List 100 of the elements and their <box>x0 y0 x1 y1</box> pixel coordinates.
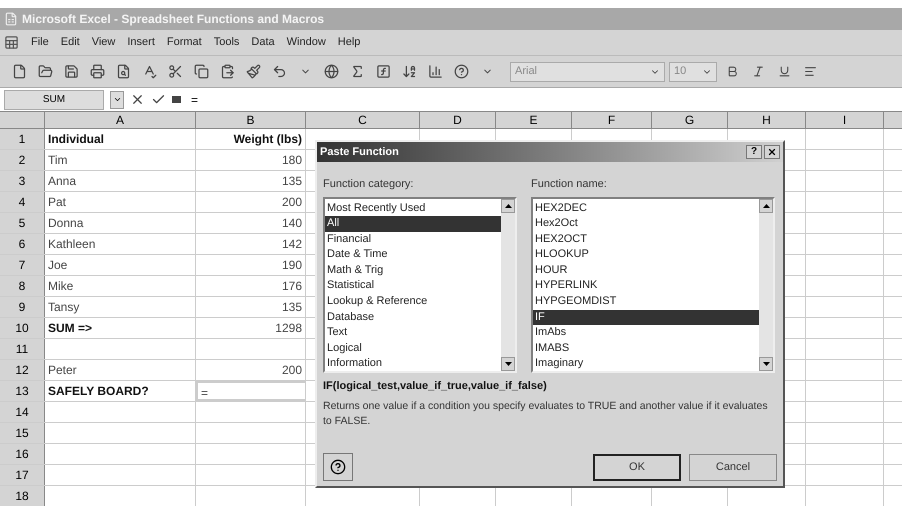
category-list[interactable]: Most Recently Used All Financial Date & Time Math & Trig Statistical Lookup & Reference Database Text Logical Information <box>323 196 517 372</box>
list-item[interactable]: Math & Trig <box>325 262 501 278</box>
scroll-up-icon[interactable] <box>759 198 773 212</box>
column-header[interactable]: A <box>45 112 196 128</box>
table-cell[interactable]: 140 <box>196 213 306 233</box>
help-button[interactable]: ? <box>746 145 762 159</box>
table-cell[interactable]: 176 <box>196 276 306 296</box>
table-cell[interactable]: Tansy <box>45 297 196 317</box>
list-item[interactable]: Lookup & Reference <box>325 294 501 310</box>
menu-item[interactable]: Data <box>251 34 275 51</box>
close-button[interactable] <box>764 145 780 159</box>
list-item[interactable]: HEX2OCT <box>533 232 759 248</box>
row-header[interactable]: 12 <box>0 360 45 380</box>
table-cell[interactable]: 200 <box>196 192 306 212</box>
column-header[interactable]: H <box>728 112 806 128</box>
list-item[interactable]: Statistical <box>325 278 501 294</box>
scroll-down-icon[interactable] <box>759 356 773 370</box>
function-list[interactable]: HEX2DEC Hex2Oct HEX2OCT HLOOKUP HOUR HYPERLINK HYPGEOMDIST IF ImAbs IMABS Imaginary <box>531 196 775 372</box>
list-item[interactable]: ImAbs <box>533 325 759 341</box>
table-cell[interactable]: Anna <box>45 171 196 191</box>
table-cell[interactable]: 190 <box>196 255 306 275</box>
row-header[interactable]: 1 <box>0 129 45 149</box>
list-item[interactable]: Database <box>325 310 501 326</box>
table-cell[interactable]: 200 <box>196 360 306 380</box>
list-item[interactable]: All <box>325 216 501 232</box>
row-header[interactable]: 6 <box>0 234 45 254</box>
list-item[interactable]: HOUR <box>533 262 759 278</box>
list-item[interactable]: HEX2DEC <box>533 200 759 216</box>
list-item[interactable]: Information <box>325 356 501 372</box>
table-cell[interactable]: Donna <box>45 213 196 233</box>
list-item[interactable]: Date & Time <box>325 247 501 263</box>
menu-item[interactable]: Insert <box>127 34 155 51</box>
row-header[interactable]: 5 <box>0 213 45 233</box>
column-header[interactable]: B <box>196 112 306 128</box>
table-cell[interactable]: Individual <box>45 129 196 149</box>
list-item[interactable]: IF <box>533 310 759 326</box>
menu-item[interactable]: File <box>31 34 49 51</box>
row-header[interactable]: 14 <box>0 402 45 422</box>
table-cell[interactable]: Mike <box>45 276 196 296</box>
column-header[interactable]: D <box>420 112 496 128</box>
menu-item[interactable]: Edit <box>60 34 80 51</box>
column-header[interactable]: E <box>496 112 572 128</box>
row-header[interactable]: 17 <box>0 465 45 485</box>
row-header[interactable]: 2 <box>0 150 45 170</box>
table-cell[interactable]: 135 <box>196 297 306 317</box>
table-cell[interactable]: Joe <box>45 255 196 275</box>
row-header[interactable]: 11 <box>0 339 45 359</box>
list-item[interactable]: Imaginary <box>533 356 759 372</box>
scrollbar[interactable] <box>501 198 515 370</box>
list-item[interactable]: IMABS <box>533 340 759 356</box>
table-cell[interactable]: SUM => <box>45 318 196 338</box>
menu-item[interactable]: Help <box>338 34 360 51</box>
select-all-corner[interactable] <box>0 112 45 128</box>
dialog-button[interactable]: Cancel <box>689 454 777 480</box>
list-item[interactable]: Financial <box>325 232 501 248</box>
list-item[interactable]: Most Recently Used <box>325 200 501 216</box>
list-item[interactable]: HLOOKUP <box>533 247 759 263</box>
office-assistant-icon[interactable] <box>323 453 353 481</box>
table-cell[interactable]: Tim <box>45 150 196 170</box>
row-header[interactable]: 8 <box>0 276 45 296</box>
menu-item[interactable]: Window <box>286 34 326 51</box>
table-cell[interactable]: Pat <box>45 192 196 212</box>
menu-item[interactable]: Tools <box>214 34 240 51</box>
row-header[interactable]: 4 <box>0 192 45 212</box>
formula-field[interactable]: = <box>187 90 898 110</box>
table-cell[interactable]: 135 <box>196 171 306 191</box>
column-header[interactable]: I <box>806 112 884 128</box>
row-header[interactable]: 9 <box>0 297 45 317</box>
table-cell[interactable]: 1298 <box>196 318 306 338</box>
list-item[interactable]: Logical <box>325 340 501 356</box>
table-cell[interactable]: Kathleen <box>45 234 196 254</box>
scroll-down-icon[interactable] <box>501 356 515 370</box>
scroll-up-icon[interactable] <box>501 198 515 212</box>
column-header[interactable]: C <box>306 112 420 128</box>
dropdown-icon[interactable] <box>110 90 124 108</box>
row-header[interactable]: 10 <box>0 318 45 338</box>
row-header[interactable]: 3 <box>0 171 45 191</box>
close-icon[interactable] <box>767 147 777 157</box>
row-header[interactable]: 15 <box>0 423 45 443</box>
name-box[interactable]: SUM <box>4 90 104 110</box>
table-cell[interactable]: 180 <box>196 150 306 170</box>
list-item[interactable]: Text <box>325 325 501 341</box>
list-item[interactable]: Hex2Oct <box>533 216 759 232</box>
list-item[interactable]: HYPGEOMDIST <box>533 294 759 310</box>
column-header[interactable]: F <box>572 112 652 128</box>
row-header[interactable]: 7 <box>0 255 45 275</box>
scrollbar[interactable] <box>759 198 773 370</box>
list-item[interactable]: HYPERLINK <box>533 278 759 294</box>
table-cell[interactable]: 142 <box>196 234 306 254</box>
table-cell[interactable]: Weight (lbs) <box>196 129 306 149</box>
table-cell[interactable]: SAFELY BOARD? <box>45 381 196 401</box>
menu-item[interactable]: Format <box>166 34 202 51</box>
workbook-icon[interactable] <box>4 35 19 50</box>
table-cell[interactable]: Peter <box>45 360 196 380</box>
menu-item[interactable]: View <box>92 34 116 51</box>
row-header[interactable]: 18 <box>0 486 45 506</box>
row-header[interactable]: 16 <box>0 444 45 464</box>
column-header[interactable]: G <box>652 112 728 128</box>
dialog-button[interactable]: OK <box>593 454 681 480</box>
row-header[interactable]: 13 <box>0 381 45 401</box>
